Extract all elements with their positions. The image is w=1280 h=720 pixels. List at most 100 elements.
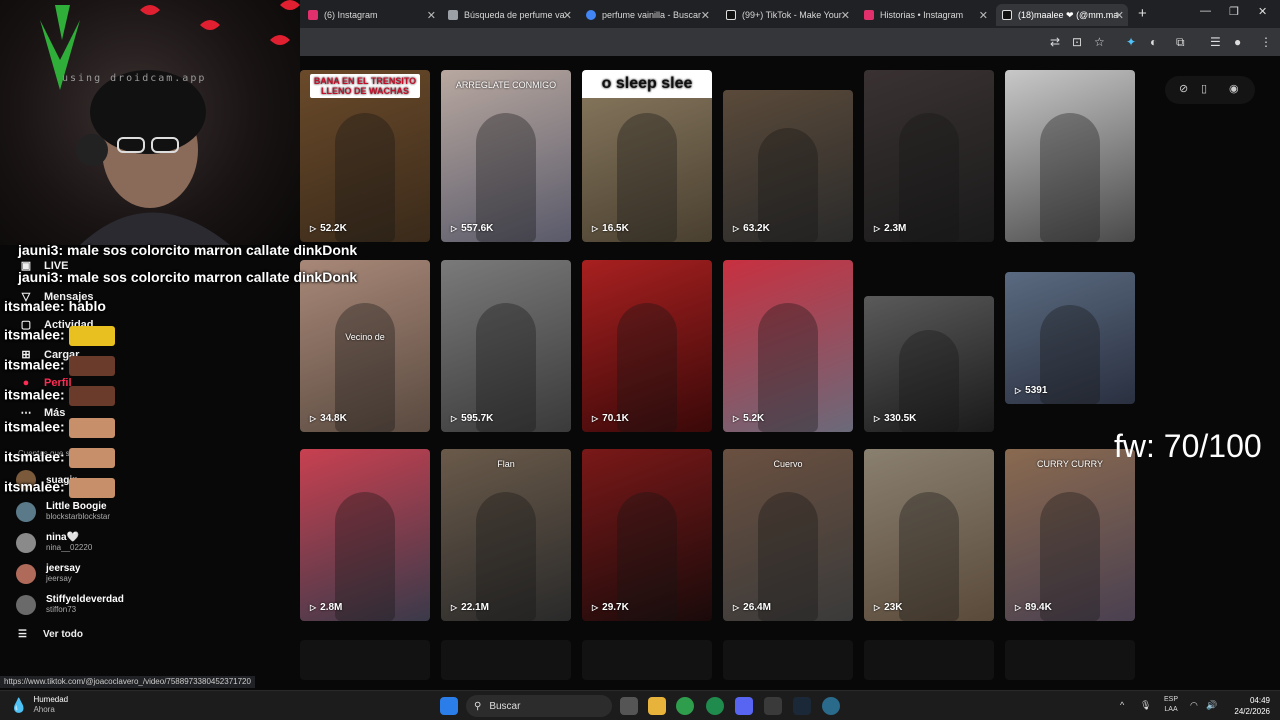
- microphone-icon[interactable]: 🎙: [1140, 700, 1151, 711]
- see-all-link[interactable]: ☰ Ver todo: [18, 629, 83, 640]
- view-count: ▷ 557.6K: [451, 223, 493, 234]
- view-count: ▷ 29.7K: [592, 602, 629, 613]
- chat-text: : hablo: [60, 298, 106, 314]
- user-avatar-icon[interactable]: ◉: [1229, 82, 1239, 95]
- browser-tab[interactable]: Historias • Instagram ✕: [864, 4, 988, 26]
- view-count: ▷ 52.2K: [310, 223, 347, 234]
- video-thumbnail[interactable]: ARREGLATE CONMIGO ▷ 557.6K: [441, 70, 571, 242]
- tiktok-icon: [726, 10, 736, 20]
- chrome-icon[interactable]: [676, 697, 694, 715]
- bookmark-star-icon[interactable]: ☆: [1094, 35, 1105, 49]
- avatar: [16, 563, 36, 584]
- browser-tab[interactable]: Búsqueda de perfume va ✕: [448, 4, 572, 26]
- video-thumbnail[interactable]: ▷ 23K: [864, 449, 994, 621]
- video-subject: [1040, 113, 1100, 242]
- view-count: ▷ 26.4M: [733, 602, 771, 613]
- window-close-icon[interactable]: ✕: [1258, 5, 1267, 18]
- file-explorer-icon[interactable]: [648, 697, 666, 715]
- video-thumbnail[interactable]: ▷ 2.3M: [864, 70, 994, 242]
- play-icon: ▷: [310, 224, 317, 233]
- minimize-icon[interactable]: —: [1200, 5, 1211, 17]
- chat-message: itsmalee:: [4, 326, 115, 346]
- close-tab-icon[interactable]: ✕: [563, 9, 572, 22]
- task-view-icon[interactable]: [620, 697, 638, 715]
- video-thumbnail[interactable]: ▷ 63.2K: [723, 90, 853, 242]
- video-caption: Cuervo: [773, 459, 803, 469]
- video-thumbnail[interactable]: Cuervo ▷ 26.4M: [723, 449, 853, 621]
- view-count-value: 34.8K: [320, 413, 347, 424]
- steam-icon[interactable]: [793, 697, 811, 715]
- video-thumbnail[interactable]: ▷ 70.1K: [582, 260, 712, 432]
- taskbar-search[interactable]: ⚲ Buscar: [466, 695, 612, 717]
- video-thumbnail[interactable]: ▷ 2.8M: [300, 449, 430, 621]
- following-account[interactable]: Little Boogie blockstarblockstar: [16, 501, 110, 522]
- view-count-value: 595.7K: [461, 413, 494, 424]
- video-caption: o sleep slee: [582, 70, 712, 98]
- wifi-icon[interactable]: ◠: [1190, 700, 1198, 711]
- video-thumbnail[interactable]: ▷ 595.7K: [441, 260, 571, 432]
- view-count: ▷ 16.5K: [592, 223, 629, 234]
- discord-icon[interactable]: [735, 697, 753, 715]
- compass-icon[interactable]: ⊘: [1179, 82, 1188, 95]
- video-thumbnail[interactable]: Vecino de ▷ 34.8K: [300, 260, 430, 432]
- puzzle-icon[interactable]: ⧉: [1176, 35, 1185, 50]
- language-indicator[interactable]: ESP LAA: [1164, 695, 1178, 715]
- settings-icon[interactable]: [764, 697, 782, 715]
- extension-icon[interactable]: ✦: [1126, 35, 1136, 49]
- view-count-value: 2.8M: [320, 602, 343, 613]
- menu-kebab-icon[interactable]: ⋮: [1260, 35, 1272, 49]
- browser-tab[interactable]: perfume vainilla - Buscar ✕: [586, 4, 710, 26]
- chat-emote: [68, 478, 115, 498]
- video-caption: BANA EN EL TRENSITO LLENO DE WACHAS: [310, 74, 420, 98]
- close-tab-icon[interactable]: ✕: [427, 9, 436, 22]
- video-thumbnail[interactable]: [1005, 70, 1135, 242]
- close-tab-icon[interactable]: ✕: [1115, 9, 1124, 22]
- install-icon[interactable]: ⊡: [1072, 35, 1082, 49]
- close-tab-icon[interactable]: ✕: [979, 9, 988, 22]
- fw-counter: fw: 70/100: [1114, 428, 1262, 464]
- chat-text: : male sos colorcito marron callate dink…: [58, 242, 358, 258]
- close-tab-icon[interactable]: ✕: [841, 9, 850, 22]
- video-thumbnail[interactable]: ▷ 29.7K: [582, 449, 712, 621]
- list-icon: ☰: [18, 629, 27, 640]
- dark-mode-icon[interactable]: ◐: [1150, 35, 1157, 49]
- translate-icon[interactable]: ⇄: [1050, 35, 1060, 49]
- video-thumbnail[interactable]: Flan ▷ 22.1M: [441, 449, 571, 621]
- reading-list-icon[interactable]: ☰: [1210, 35, 1221, 49]
- browser-tab[interactable]: (6) Instagram ✕: [308, 4, 436, 26]
- phone-icon[interactable]: ▯: [1201, 82, 1207, 95]
- instagram-icon: [308, 10, 318, 20]
- browser-tab-active[interactable]: (18)maalee ❤ (@mm.ma ✕: [996, 4, 1128, 26]
- video-thumbnail[interactable]: o sleep slee ▷ 16.5K: [582, 70, 712, 242]
- video-placeholder: [300, 640, 430, 680]
- video-thumbnail[interactable]: ▷ 330.5K: [864, 296, 994, 432]
- following-account[interactable]: jeersay jeersay: [16, 563, 80, 584]
- tray-overflow-icon[interactable]: ^: [1120, 700, 1124, 710]
- avatar: [16, 501, 36, 522]
- profile-avatar-icon[interactable]: ●: [1234, 35, 1241, 49]
- video-subject: [1040, 305, 1100, 404]
- browser-app-icon[interactable]: [822, 697, 840, 715]
- following-account[interactable]: Stiffyeldeverdad stiffon73: [16, 594, 124, 615]
- chrome-alt-icon[interactable]: [706, 697, 724, 715]
- video-thumbnail[interactable]: ▷ 5.2K: [723, 260, 853, 432]
- maximize-icon[interactable]: ❐: [1229, 5, 1239, 18]
- search-icon: ⚲: [474, 700, 482, 712]
- video-thumbnail[interactable]: CURRY CURRY ▷ 89.4K: [1005, 449, 1135, 621]
- new-tab-icon[interactable]: +: [1138, 5, 1147, 22]
- close-tab-icon[interactable]: ✕: [701, 9, 710, 22]
- video-thumbnail[interactable]: BANA EN EL TRENSITO LLENO DE WACHAS ▷ 52.2…: [300, 70, 430, 242]
- play-icon: ▷: [874, 603, 881, 612]
- browser-tab[interactable]: (99+) TikTok - Make Your ✕: [726, 4, 850, 26]
- view-count-value: 557.6K: [461, 223, 494, 234]
- weather-widget[interactable]: 💧 Humedad Ahora: [10, 695, 68, 715]
- following-account[interactable]: nina🤍 nina__02220: [16, 532, 92, 553]
- video-placeholder: [582, 640, 712, 680]
- view-count-value: 63.2K: [743, 223, 770, 234]
- play-icon: ▷: [592, 224, 599, 233]
- volume-icon[interactable]: 🔊: [1206, 700, 1217, 711]
- video-thumbnail[interactable]: ▷ 5391: [1005, 272, 1135, 404]
- start-icon[interactable]: [440, 697, 458, 715]
- account-name: Stiffyeldeverdad: [46, 594, 124, 605]
- system-clock[interactable]: 04:49 24/2/2026: [1222, 695, 1270, 717]
